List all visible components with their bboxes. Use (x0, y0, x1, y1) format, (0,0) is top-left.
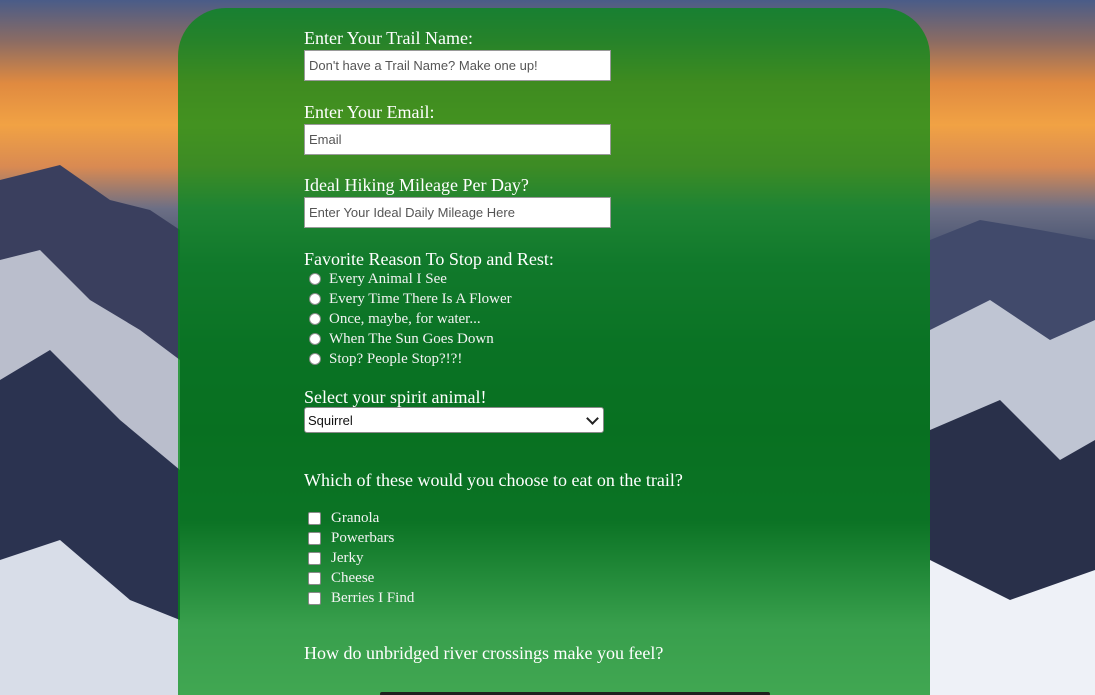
radio-button[interactable] (309, 273, 321, 285)
checkbox[interactable] (308, 551, 321, 565)
rest-reason-option-label: Once, maybe, for water... (329, 310, 481, 327)
spirit-animal-label: Select your spirit animal! (304, 387, 487, 407)
trail-food-option-label: Jerky (331, 549, 364, 566)
rest-reason-option-label: Every Time There Is A Flower (329, 290, 512, 307)
rest-reason-option[interactable]: Once, maybe, for water... (304, 309, 864, 329)
trail-food-option[interactable]: Jerky (304, 548, 864, 568)
rest-reason-option[interactable]: When The Sun Goes Down (304, 329, 864, 349)
river-crossing-label: How do unbridged river crossings make yo… (304, 643, 664, 663)
rest-reason-option-label: Every Animal I See (329, 270, 447, 287)
email-input[interactable] (304, 124, 611, 155)
trail-food-option[interactable]: Granola (304, 508, 864, 528)
email-label: Enter Your Email: (304, 102, 435, 122)
rest-reason-option-label: When The Sun Goes Down (329, 330, 494, 347)
mileage-label: Ideal Hiking Mileage Per Day? (304, 175, 529, 195)
trail-food-option-label: Cheese (331, 569, 375, 586)
hiker-survey-form: Enter Your Trail Name: Enter Your Email:… (304, 28, 864, 663)
radio-button[interactable] (309, 293, 321, 305)
checkbox[interactable] (308, 531, 321, 545)
rest-reason-option-label: Stop? People Stop?!?! (329, 350, 463, 367)
mileage-input[interactable] (304, 197, 611, 228)
trail-food-checkbox-group: Granola Powerbars Jerky Cheese Berries I… (304, 508, 864, 608)
checkbox[interactable] (308, 571, 321, 585)
radio-button[interactable] (309, 353, 321, 365)
trail-food-option[interactable]: Powerbars (304, 528, 864, 548)
rest-reason-radio-group: Every Animal I See Every Time There Is A… (304, 269, 864, 369)
trail-food-label: Which of these would you choose to eat o… (304, 470, 683, 490)
radio-button[interactable] (309, 313, 321, 325)
trail-food-option-label: Granola (331, 509, 380, 526)
rest-reason-option[interactable]: Stop? People Stop?!?! (304, 349, 864, 369)
chevron-down-icon (586, 411, 599, 425)
trail-food-option-label: Powerbars (331, 529, 395, 546)
spirit-animal-selected-value: Squirrel (308, 412, 353, 428)
trail-food-option[interactable]: Berries I Find (304, 588, 864, 608)
rest-reason-option[interactable]: Every Time There Is A Flower (304, 289, 864, 309)
checkbox[interactable] (308, 511, 321, 525)
trail-name-input[interactable] (304, 50, 611, 81)
spirit-animal-select[interactable]: Squirrel (304, 407, 604, 433)
trail-food-option[interactable]: Cheese (304, 568, 864, 588)
rest-reason-option[interactable]: Every Animal I See (304, 269, 864, 289)
trail-name-label: Enter Your Trail Name: (304, 28, 474, 48)
checkbox[interactable] (308, 591, 321, 605)
radio-button[interactable] (309, 333, 321, 345)
trail-food-option-label: Berries I Find (331, 589, 415, 606)
rest-reason-label: Favorite Reason To Stop and Rest: (304, 249, 554, 269)
